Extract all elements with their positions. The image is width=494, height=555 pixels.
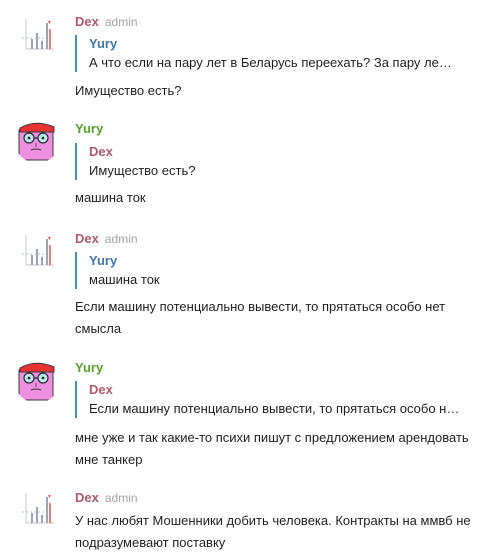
reply-text: А что если на пару лет в Беларусь переех… [89,55,452,70]
author-name[interactable]: Dex [75,490,99,505]
message-text: Имущество есть? [75,83,182,98]
author-row: Dex admin [75,13,138,29]
reply-quote[interactable]: Yury А что если на пару лет в Беларусь п… [75,35,483,72]
yury-avatar[interactable] [14,117,60,163]
reply-text: машина ток [89,272,160,287]
reply-author: Dex [89,144,113,159]
reply-quote[interactable]: Dex Если машину потенциально вывести, то… [75,381,483,418]
dex-avatar[interactable] [14,485,60,531]
dex-avatar[interactable] [14,11,60,57]
author-row: Yury [75,359,109,375]
dex-avatar[interactable] [14,227,60,273]
author-name[interactable]: Yury [75,121,103,136]
reply-author: Dex [89,382,113,397]
chat-message-list: Dex admin Yury А что если на пару лет в Б… [0,0,494,555]
message-text: У нас любят Мошенники добить человека. К… [75,513,471,550]
author-name[interactable]: Yury [75,360,103,375]
message-text: машина ток [75,190,146,205]
author-row: Yury [75,120,109,136]
author-role: admin [104,232,138,246]
message-text: мне уже и так какие-то психи пишут с пре… [75,430,469,467]
author-role: admin [104,15,138,29]
yury-avatar[interactable] [14,357,60,403]
author-row: Dex admin [75,489,138,505]
reply-quote[interactable]: Dex Имущество есть? [75,143,483,180]
reply-quote[interactable]: Yury машина ток [75,252,483,289]
reply-author: Yury [89,253,118,268]
reply-author: Yury [89,36,118,51]
reply-text: Имущество есть? [89,163,196,178]
message-text: Если машину потенциально вывести, то пря… [75,299,446,336]
author-name[interactable]: Dex [75,231,99,246]
author-name[interactable]: Dex [75,14,99,29]
author-role: admin [104,491,138,505]
author-row: Dex admin [75,230,138,246]
reply-text: Если машину потенциально вывести, то пря… [89,401,460,416]
